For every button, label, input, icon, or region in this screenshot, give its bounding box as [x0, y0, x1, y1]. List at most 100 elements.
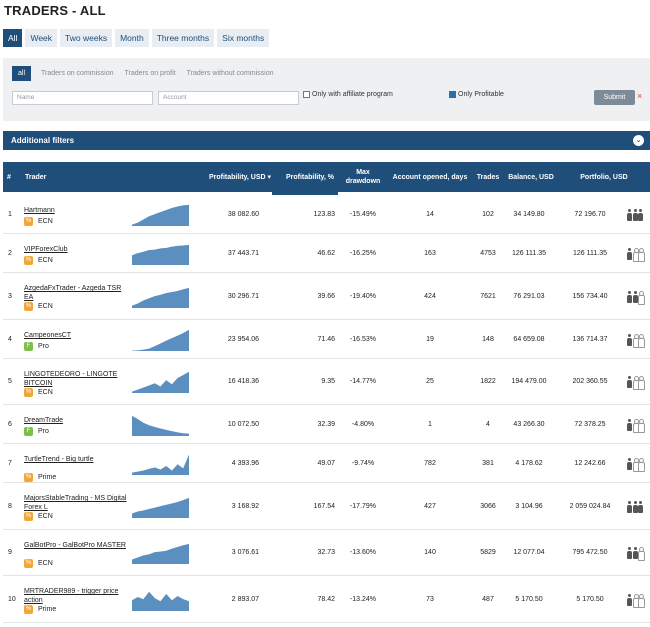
trades-count: 4	[486, 421, 490, 428]
investors-indicator[interactable]	[627, 458, 645, 472]
table-header: # Trader Profitability, USD ▾ Profitabil…	[3, 162, 650, 192]
investors-indicator[interactable]	[627, 419, 645, 433]
trader-name-link[interactable]: AzgedaFxTrader - Azgeda TSR EA	[24, 284, 129, 302]
investor-icon	[632, 594, 640, 608]
table-row[interactable]: 9 GalBotPro - GalBotPro MASTER% ECN 3 076.6…	[3, 530, 650, 576]
max-drawdown: -17.79%	[349, 503, 377, 510]
table-row[interactable]: 8 MajorsStableTrading - MS Digital Forex …	[3, 483, 650, 530]
investors-indicator[interactable]	[627, 248, 645, 262]
account-opened-days: 25	[426, 378, 434, 385]
investor-icon	[627, 334, 632, 346]
table-row[interactable]: 3 AzgedaFxTrader - Azgeda TSR EA% ECN 30 29…	[3, 273, 650, 320]
tab-month[interactable]: Month	[115, 29, 149, 47]
account-opened-days: 163	[424, 250, 436, 257]
balance-usd: 126 111.35	[512, 250, 546, 257]
investors-indicator[interactable]	[627, 376, 645, 390]
row-number: 6	[8, 421, 12, 428]
trader-name-link[interactable]: TurtleTrend - Big turtle	[24, 455, 129, 464]
table-row[interactable]: 1 Hartmann% ECN 38 082.60 123.83 -15.49% 14 102…	[3, 195, 650, 234]
account-type-label: ECN	[38, 303, 53, 310]
profitable-checkbox-box[interactable]	[449, 91, 456, 98]
chevron-down-icon[interactable]: ⌄	[633, 135, 644, 146]
account-input[interactable]: Account	[158, 91, 299, 105]
subtab-commission[interactable]: Traders on commission	[41, 70, 114, 77]
trader-name-link[interactable]: MajorsStableTrading - MS Digital Forex L	[24, 494, 129, 512]
trader-name-link[interactable]: MRTRADER989 - trigger price action	[24, 587, 129, 605]
profitable-checkbox[interactable]: Only Profitable	[449, 91, 504, 98]
col-prof-usd[interactable]: Profitability, USD ▾	[202, 162, 278, 192]
trades-count: 7621	[480, 293, 496, 300]
col-balance[interactable]: Balance, USD	[505, 162, 557, 192]
profitability-pct: 49.07	[317, 460, 335, 467]
table-row[interactable]: 6 DreamTrade F Pro 10 072.50 32.39 -4.80% 1 4 43 …	[3, 405, 650, 444]
col-trader[interactable]: Trader	[25, 162, 55, 192]
profitability-usd: 2 893.07	[231, 596, 259, 603]
investor-icon	[632, 458, 640, 472]
tab-two-weeks[interactable]: Two weeks	[60, 29, 113, 47]
account-type-icon: %	[24, 256, 33, 265]
col-opened[interactable]: Account opened, days	[387, 162, 473, 192]
row-number: 5	[8, 378, 12, 385]
profitability-usd: 23 954.06	[227, 336, 259, 343]
account-type-icon: %	[24, 605, 33, 614]
affiliate-checkbox-box[interactable]	[303, 91, 310, 98]
account-type-icon: %	[24, 473, 33, 482]
row-number: 7	[8, 460, 12, 467]
profitability-pct: 46.62	[317, 250, 335, 257]
subtab-profit[interactable]: Traders on profit	[125, 70, 176, 77]
table-row[interactable]: 10 MRTRADER989 - trigger price action% Pri…	[3, 576, 650, 623]
balance-usd: 12 077.04	[513, 549, 545, 556]
investor-icon	[627, 501, 632, 513]
trader-name-link[interactable]: CampeonesCT	[24, 331, 129, 340]
investors-indicator[interactable]	[627, 291, 645, 305]
trader-name-link[interactable]: DreamTrade	[24, 416, 129, 425]
tab-week[interactable]: Week	[25, 29, 58, 47]
investor-icon	[632, 291, 638, 303]
name-input[interactable]: Name	[12, 91, 153, 105]
investor-icon	[638, 501, 643, 513]
account-type: % ECN	[24, 388, 53, 397]
investors-indicator[interactable]	[627, 209, 644, 221]
max-drawdown: -15.49%	[349, 211, 377, 218]
investors-indicator[interactable]	[627, 547, 645, 561]
profitability-usd: 38 082.60	[227, 211, 259, 218]
table-row[interactable]: 2 VIPForexClub% ECN 37 443.71 46.62 -16.25% 16…	[3, 234, 650, 273]
clear-filters-icon[interactable]: ×	[637, 91, 642, 101]
balance-usd: 43 266.30	[513, 421, 545, 428]
table-row[interactable]: 4 CampeonesCT F Pro 23 954.06 71.46 -16.53% 19 1…	[3, 320, 650, 359]
subtab-all[interactable]: all	[12, 66, 32, 81]
subtab-no-commission[interactable]: Traders without commission	[187, 70, 274, 77]
trades-count: 4753	[480, 250, 496, 257]
tab-six-months[interactable]: Six months	[217, 29, 270, 47]
investors-indicator[interactable]	[627, 594, 645, 608]
investor-icon	[632, 376, 640, 390]
investor-icon	[638, 248, 645, 262]
table-row[interactable]: 7 TurtleTrend - Big turtle% Prime 4 393.96 4…	[3, 444, 650, 483]
profitability-pct: 123.83	[313, 211, 335, 218]
submit-button[interactable]: Submit	[594, 90, 635, 105]
profitable-label: Only Profitable	[458, 91, 504, 98]
portfolio-usd: 202 360.55	[572, 378, 608, 385]
investor-icon	[638, 291, 645, 305]
col-drawdown[interactable]: Max drawdown	[341, 162, 385, 192]
profitability-usd: 30 296.71	[227, 293, 259, 300]
col-prof-pct[interactable]: Profitability, %	[279, 162, 341, 192]
affiliate-checkbox[interactable]: Only with affiliate program	[303, 91, 393, 98]
trades-count: 487	[482, 596, 494, 603]
trader-name-link[interactable]: GalBotPro - GalBotPro MASTER	[24, 541, 129, 550]
trades-count: 102	[482, 211, 494, 218]
col-trades[interactable]: Trades	[473, 162, 503, 192]
table-row[interactable]: 5 LINGOTEDEORO - LINGOTE BITCOIN% ECN 16 41…	[3, 359, 650, 405]
tab-all[interactable]: All	[3, 29, 23, 47]
additional-filters-bar[interactable]: Additional filters ⌄	[3, 131, 650, 150]
trader-name-link[interactable]: LINGOTEDEORO - LINGOTE BITCOIN	[24, 370, 129, 388]
trader-name-link[interactable]: VIPForexClub	[24, 245, 129, 254]
max-drawdown: -4.80%	[351, 421, 375, 428]
trades-count: 381	[482, 460, 494, 467]
col-portfolio[interactable]: Portfolio, USD	[575, 162, 633, 192]
investors-indicator[interactable]	[627, 334, 645, 348]
tab-three-months[interactable]: Three months	[151, 29, 215, 47]
profitability-usd: 16 418.36	[227, 378, 259, 385]
trader-name-link[interactable]: Hartmann	[24, 206, 129, 215]
investors-indicator[interactable]	[627, 501, 644, 513]
